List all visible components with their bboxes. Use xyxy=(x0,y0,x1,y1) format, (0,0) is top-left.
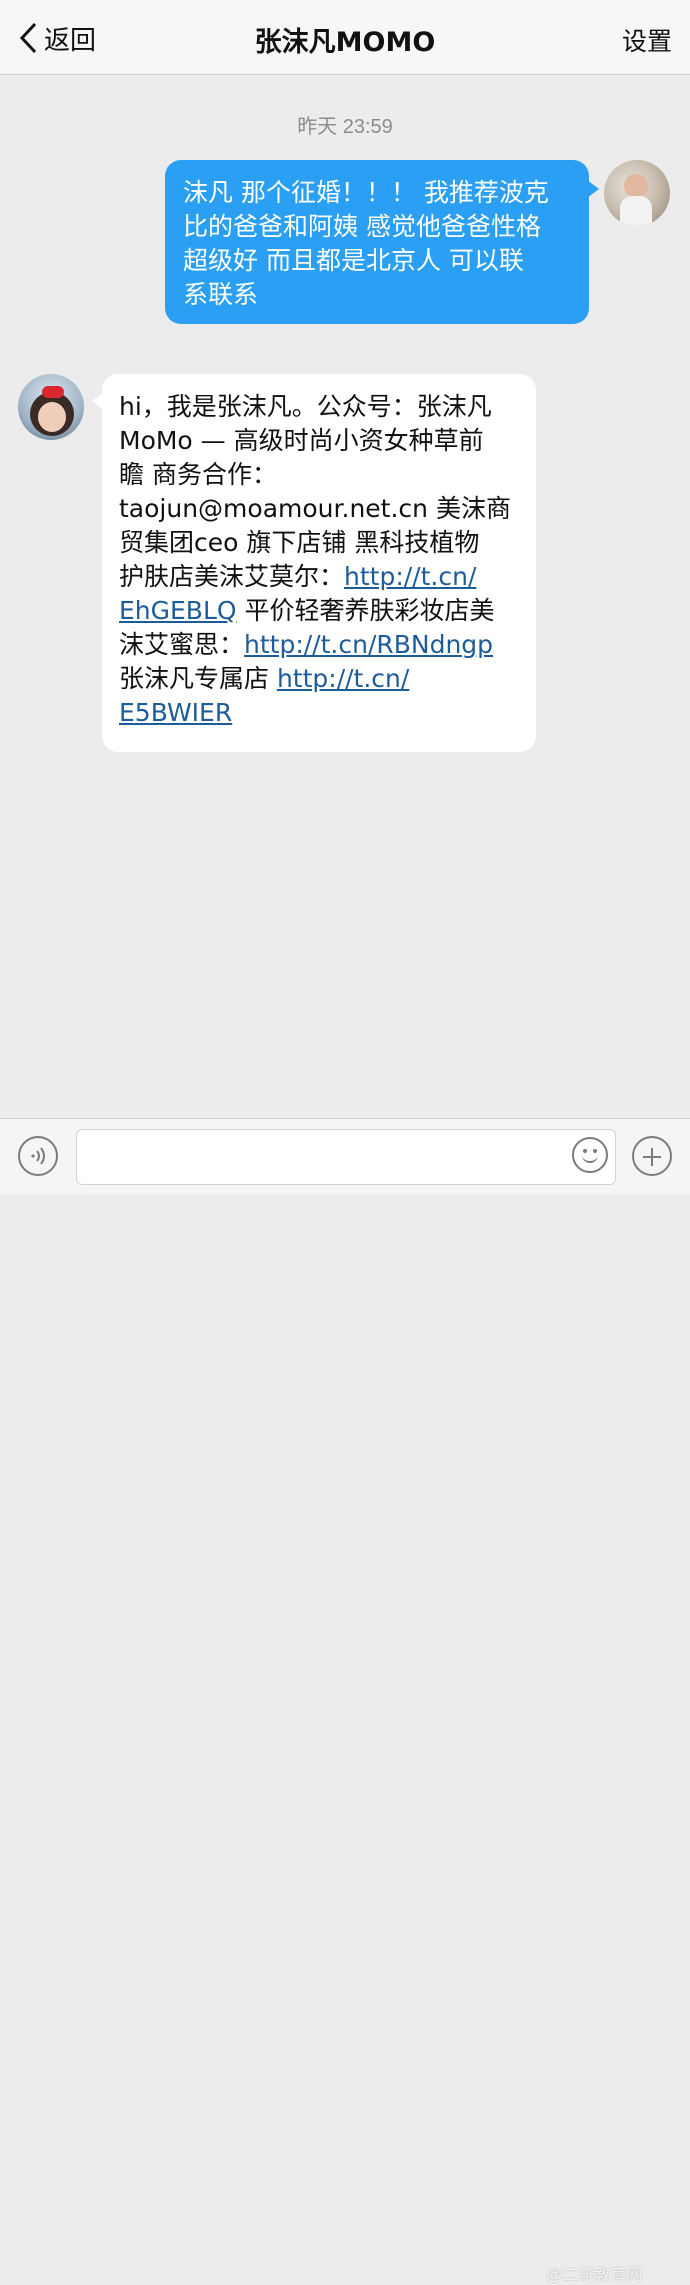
emoji-icon[interactable] xyxy=(572,1137,608,1173)
link-store-3-continued[interactable]: E5BWIER xyxy=(119,698,232,727)
emoji-mouth xyxy=(582,1153,598,1163)
message-line: 超级好 而且都是北京人 可以联 xyxy=(183,246,524,275)
avatar-bow xyxy=(42,386,64,398)
avatar-body xyxy=(620,196,652,226)
message-line: 护肤店美沫艾莫尔：http://t.cn/ xyxy=(119,560,522,594)
avatar-face xyxy=(624,174,648,198)
watermark: @二哥教育网 xyxy=(546,2267,643,2284)
message-line: 张沫凡专属店 http://t.cn/ xyxy=(119,662,522,696)
outgoing-message-bubble[interactable]: 沫凡 那个征婚！！！ 我推荐波克 比的爸爸和阿姨 感觉他爸爸性格 超级好 而且都… xyxy=(165,160,599,324)
link-store-1[interactable]: http://t.cn/ xyxy=(344,562,476,591)
link-store-1-continued[interactable]: EhGEBLQ xyxy=(119,596,237,625)
message-text: 沫艾蜜思： xyxy=(119,630,245,659)
chat-title: 张沫凡MOMO xyxy=(254,27,436,58)
message-line: 贸集团ceo 旗下店铺 黑科技植物 xyxy=(119,528,480,557)
avatar-face xyxy=(38,402,66,432)
message-line: 沫艾蜜思：http://t.cn/RBNdngp xyxy=(119,628,522,662)
input-bar: @二哥教育网 xyxy=(0,1118,690,2284)
voice-icon xyxy=(31,1147,45,1165)
message-line: 系联系 xyxy=(183,280,259,309)
message-line: 沫凡 那个征婚！！！ 我推荐波克 xyxy=(183,178,549,207)
message-line: E5BWIER xyxy=(119,696,522,730)
message-text: 护肤店美沫艾莫尔： xyxy=(119,562,345,591)
incoming-message-bubble[interactable]: hi，我是张沫凡。公众号：张沫凡 MoMo — 高级时尚小资女种草前 瞻 商务合… xyxy=(92,374,536,752)
message-line: 瞻 商务合作： xyxy=(119,460,277,489)
navigation-bar: 返回 张沫凡MOMO 设置 xyxy=(0,0,690,75)
message-line: hi，我是张沫凡。公众号：张沫凡 xyxy=(119,392,492,421)
message-line: taojun@moamour.net.cn 美沫商 xyxy=(119,494,511,523)
link-store-3[interactable]: http://t.cn/ xyxy=(277,664,409,693)
message-timestamp: 昨天 23:59 xyxy=(297,116,393,138)
message-line: EhGEBLQ 平价轻奢养肤彩妆店美 xyxy=(119,594,522,628)
message-input[interactable] xyxy=(76,1129,616,1185)
voice-button[interactable] xyxy=(18,1136,58,1176)
link-store-2[interactable]: http://t.cn/RBNdngp xyxy=(244,630,493,659)
settings-button[interactable]: 设置 xyxy=(622,22,672,58)
message-line: 比的爸爸和阿姨 感觉他爸爸性格 xyxy=(183,212,541,241)
message-line: MoMo — 高级时尚小资女种草前 xyxy=(119,426,484,455)
message-text: 平价轻奢养肤彩妆店美 xyxy=(236,596,495,625)
plus-icon[interactable] xyxy=(632,1136,672,1176)
my-avatar[interactable] xyxy=(604,160,670,226)
contact-avatar[interactable] xyxy=(18,374,84,440)
message-text: 张沫凡专属店 xyxy=(119,664,277,693)
